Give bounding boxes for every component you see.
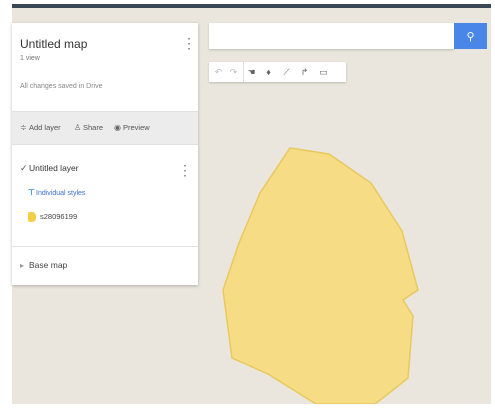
map-title[interactable]: Untitled map bbox=[20, 37, 87, 51]
layer-style-label: Individual styles bbox=[36, 190, 86, 197]
base-map-toggle[interactable]: ▸ Base map bbox=[20, 260, 67, 270]
share-button[interactable]: ♙ Share bbox=[74, 123, 103, 132]
share-label: Share bbox=[83, 123, 104, 132]
add-layer-button[interactable]: ≑ Add layer bbox=[20, 123, 61, 132]
draw-line-icon[interactable]: ⟋ bbox=[279, 62, 294, 82]
preview-button[interactable]: ◉ Preview bbox=[114, 123, 150, 132]
polygon-feature-icon bbox=[28, 212, 36, 223]
add-marker-icon[interactable]: ♦ bbox=[261, 62, 276, 82]
undo-icon[interactable]: ↶ bbox=[211, 62, 226, 82]
layer-style-link[interactable]: ⊤Individual styles bbox=[28, 188, 85, 197]
add-layer-icon: ≑ bbox=[20, 123, 27, 132]
feature-list-item[interactable]: s28096199 bbox=[28, 212, 78, 223]
base-map-label: Base map bbox=[29, 260, 68, 270]
map-details-panel: Untitled map 1 view All changes saved in… bbox=[12, 23, 198, 285]
layer-header[interactable]: ✓Untitled layer bbox=[20, 163, 79, 174]
search-input[interactable] bbox=[209, 23, 454, 49]
measure-icon[interactable]: ▭ bbox=[316, 62, 331, 82]
map-views-count: 1 view bbox=[20, 55, 40, 62]
layer-name[interactable]: Untitled layer bbox=[29, 163, 79, 173]
panel-divider bbox=[12, 246, 198, 247]
preview-eye-icon: ◉ bbox=[114, 123, 121, 132]
map-toolbar: ↶ ↷ ☚ ♦ ⟋ ↱ ▭ bbox=[209, 62, 346, 82]
share-person-icon: ♙ bbox=[74, 123, 82, 132]
redo-icon[interactable]: ↷ bbox=[226, 62, 241, 82]
map-options-icon[interactable]: ⋮ bbox=[182, 36, 196, 50]
paint-roller-icon: ⊤ bbox=[28, 188, 35, 197]
layer-options-icon[interactable]: ⋮ bbox=[178, 163, 192, 177]
drawn-area-polygon[interactable] bbox=[222, 147, 419, 404]
pan-hand-icon[interactable]: ☚ bbox=[243, 62, 259, 82]
add-directions-icon[interactable]: ↱ bbox=[297, 62, 312, 82]
search-button[interactable]: ⚲ bbox=[454, 23, 487, 49]
layer-visibility-checkbox-icon[interactable]: ✓ bbox=[20, 163, 29, 174]
search-icon: ⚲ bbox=[466, 30, 475, 43]
panel-actions-bar: ≑ Add layer ♙ Share ◉ Preview bbox=[12, 111, 198, 145]
preview-label: Preview bbox=[123, 123, 150, 132]
save-status: All changes saved in Drive bbox=[20, 83, 103, 90]
add-layer-label: Add layer bbox=[29, 123, 61, 132]
screenshot-frame: Untitled map 1 view All changes saved in… bbox=[0, 0, 495, 408]
expand-arrow-icon: ▸ bbox=[20, 261, 25, 270]
feature-name: s28096199 bbox=[40, 212, 78, 221]
